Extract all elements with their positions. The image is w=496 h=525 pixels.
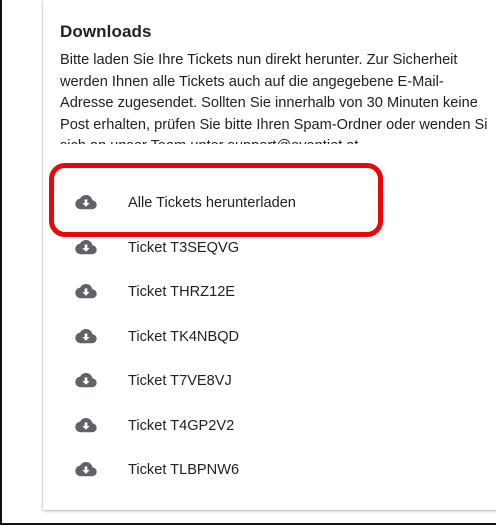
download-list: Alle Tickets herunterladen Ticket T3SEQV… — [43, 181, 463, 493]
downloads-content: Downloads Bitte laden Sie Ihre Tickets n… — [60, 22, 496, 144]
description-line: Post erhalten, prüfen Sie bitte Ihren Sp… — [60, 116, 488, 133]
cloud-download-icon — [75, 462, 97, 477]
download-ticket-button[interactable]: Ticket TK4NBQD — [43, 315, 463, 360]
download-item-label: Ticket T4GP2V2 — [128, 417, 235, 434]
cloud-download-icon — [75, 284, 97, 299]
download-ticket-button[interactable]: Ticket THRZ12E — [43, 270, 463, 315]
description-line: Bitte laden Sie Ihre Tickets nun direkt … — [60, 52, 458, 68]
download-item-label: Ticket THRZ12E — [128, 284, 236, 301]
download-item-label: Ticket T3SEQVG — [128, 239, 240, 256]
download-item-label: Ticket TK4NBQD — [128, 328, 240, 345]
download-ticket-button[interactable]: Ticket T3SEQVG — [43, 226, 463, 271]
cloud-download-icon — [75, 328, 97, 343]
window-frame: Downloads Bitte laden Sie Ihre Tickets n… — [0, 0, 496, 525]
download-all-button[interactable]: Alle Tickets herunterladen — [43, 181, 463, 226]
download-item-label: Ticket TLBPNW6 — [128, 462, 240, 479]
description-line: Adresse zugesendet. Sollten Sie innerhal… — [60, 95, 478, 111]
cloud-download-icon — [75, 239, 97, 254]
description-line: werden Ihnen alle Tickets auch auf die a… — [60, 73, 444, 90]
cloud-download-icon — [75, 195, 97, 210]
downloads-title: Downloads — [60, 22, 152, 41]
download-ticket-button[interactable]: Ticket TLBPNW6 — [43, 448, 463, 493]
download-ticket-button[interactable]: Ticket T4GP2V2 — [43, 404, 463, 449]
cloud-download-icon — [75, 417, 97, 432]
cloud-download-icon — [75, 373, 97, 388]
downloads-description: Bitte laden Sie Ihre Tickets nun direkt … — [60, 50, 496, 144]
download-item-label: Alle Tickets herunterladen — [128, 195, 296, 212]
description-line: sich an unser Team unter support@eventje… — [60, 136, 496, 144]
download-item-label: Ticket T7VE8VJ — [128, 373, 232, 390]
download-ticket-button[interactable]: Ticket T7VE8VJ — [43, 359, 463, 404]
